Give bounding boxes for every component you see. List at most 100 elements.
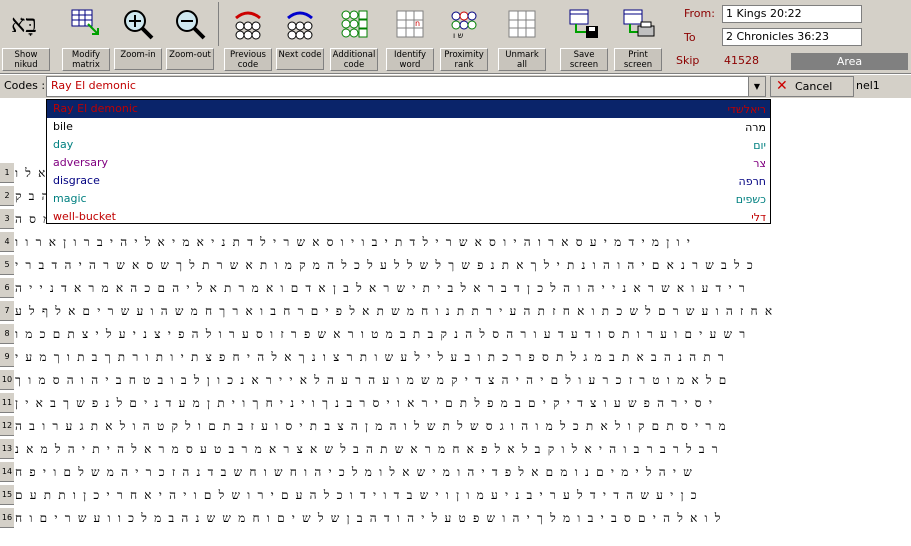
row-number: 5 <box>0 255 14 275</box>
svg-text:בָּא: בָּא <box>11 10 37 38</box>
next-code-icon <box>280 2 320 46</box>
save-screen-label: Save screen <box>560 48 608 71</box>
zoom-in-button[interactable]: Zoom-in <box>114 2 162 72</box>
matrix-row[interactable]: ם ל א מ ו ט ר ז כ ר ע ו ל ם י ה י ה צ ד … <box>15 370 911 390</box>
row-number: 6 <box>0 278 14 298</box>
row-number: 3 <box>0 209 14 229</box>
dropdown-item-label: bile <box>53 120 73 133</box>
dropdown-item[interactable]: Ray El demonic ריאלשדי <box>47 100 770 118</box>
to-field[interactable]: 2 Chronicles 36:23 <box>722 28 862 46</box>
dropdown-item[interactable]: magic כשפים <box>47 190 770 208</box>
area-button[interactable]: Area <box>791 53 908 70</box>
toolbar-separator <box>218 2 219 46</box>
toolbar: בָּא Show nikud Modify matrix Zoom-in Zo… <box>0 0 911 74</box>
codes-selected-value: Ray El demonic <box>51 79 136 92</box>
row-number: 15 <box>0 485 14 505</box>
svg-text:ש ו: ש ו <box>453 31 464 40</box>
dropdown-item[interactable]: bile מרה <box>47 118 770 136</box>
zoom-out-label: Zoom-out <box>166 48 214 70</box>
dropdown-item-codes: מרה <box>745 121 766 134</box>
unmark-all-button[interactable]: Unmark all <box>498 2 546 72</box>
print-screen-label: Print screen <box>614 48 662 71</box>
row-number: 2 <box>0 186 14 206</box>
matrix-row[interactable]: ר ש ע י ם ו ע ר ו ת ס ו ד ע ד ע ו ר ה ס … <box>15 324 911 344</box>
next-code-button[interactable]: Next code <box>276 2 324 72</box>
dropdown-item-codes: ריאלשדי <box>727 103 766 116</box>
matrix-row[interactable]: כ ן י ע ש ה ד י ד ל ע ר י ב נ י ע מ ו ן … <box>15 485 911 505</box>
unmark-all-label: Unmark all <box>498 48 546 71</box>
previous-code-icon <box>228 2 268 46</box>
additional-code-icon <box>334 2 374 46</box>
to-label: To <box>684 31 696 44</box>
svg-text:n: n <box>415 19 420 28</box>
matrix-row[interactable]: י ו ן מ י ד מ י ע ס א ר ו ה י ו ס א ש ר … <box>15 232 911 252</box>
zoom-out-button[interactable]: Zoom-out <box>166 2 214 72</box>
row-number: 10 <box>0 370 14 390</box>
dropdown-item-codes: דלי <box>751 211 766 224</box>
matrix-row[interactable]: י ס י ר ה פ ש ע ו צ ד י ק י ם ב מ פ ל ת … <box>15 393 911 413</box>
matrix-row[interactable]: ר ב ל ר ב ר ב ו ה י א ל ו ק ב ל א ל פ א … <box>15 439 911 459</box>
codes-dropdown-list: Ray El demonic ריאלשדי bile מרה day יום advers… <box>46 99 771 224</box>
unmark-icon <box>502 2 542 46</box>
proximity-rank-button[interactable]: ש ו Proximity rank <box>440 2 488 72</box>
dropdown-item[interactable]: adversary צר <box>47 154 770 172</box>
from-field[interactable]: 1 Kings 20:22 <box>722 5 862 23</box>
row-number: 9 <box>0 347 14 367</box>
row-number: 8 <box>0 324 14 344</box>
dropdown-item[interactable]: disgrace חרפה <box>47 172 770 190</box>
skip-label: Skip <box>676 54 700 67</box>
save-screen-button[interactable]: Save screen <box>560 2 608 72</box>
hebrew-letters-icon: בָּא <box>6 2 46 46</box>
row-number: 7 <box>0 301 14 321</box>
row-number: 12 <box>0 416 14 436</box>
additional-code-label: Additional code <box>330 48 378 71</box>
row-number: 13 <box>0 439 14 459</box>
identify-word-icon: n <box>390 2 430 46</box>
show-nikud-label: Show nikud <box>2 48 50 71</box>
matrix-row[interactable]: מ ר י ס ת ם ק ו ל א ת כ ל מ ו ה ו ג ס ש … <box>15 416 911 436</box>
range-box: From: 1 Kings 20:22 To 2 Chronicles 36:2… <box>672 3 908 55</box>
zoom-in-label: Zoom-in <box>114 48 162 70</box>
dropdown-item-codes: כשפים <box>735 193 766 206</box>
from-label: From: <box>684 7 715 20</box>
zoom-out-icon <box>170 2 210 46</box>
matrix-row[interactable]: ר י ד ע ו א ש ר א נ י י ה ו ה ל כ ן ד ב … <box>15 278 911 298</box>
identify-word-button[interactable]: n Identify word <box>386 2 434 72</box>
dropdown-item-label: Ray El demonic <box>53 102 138 115</box>
matrix-row[interactable]: ש י ה ל י מ י ם נ ו מ ם א ל פ ד י ה ו מ … <box>15 462 911 482</box>
row-number: 14 <box>0 462 14 482</box>
previous-code-label: Previous code <box>224 48 272 71</box>
save-icon <box>564 2 604 46</box>
dropdown-item-label: well-bucket <box>53 210 116 223</box>
dropdown-item-label: disgrace <box>53 174 100 187</box>
additional-code-button[interactable]: Additional code <box>330 2 378 72</box>
print-icon <box>618 2 658 46</box>
codes-row: Codes : Ray El demonic ▼ ✕ Cancel nel1 <box>0 75 911 98</box>
matrix-row[interactable]: ל ו א ל ה י ם ס ב י ב ו מ ל ך י ה ו ש פ … <box>15 508 911 528</box>
dropdown-item-codes: חרפה <box>738 175 766 188</box>
dropdown-item-label: magic <box>53 192 87 205</box>
modify-matrix-button[interactable]: Modify matrix <box>62 2 110 72</box>
row-number: 16 <box>0 508 14 528</box>
cancel-button[interactable]: ✕ Cancel <box>770 76 854 97</box>
dropdown-item-codes: צר <box>753 157 766 170</box>
row-number: 4 <box>0 232 14 252</box>
print-screen-button[interactable]: Print screen <box>614 2 662 72</box>
skip-value: 41528 <box>724 54 759 67</box>
matrix-row[interactable]: כ ל ב ש ר נ א ם י ה ו ה ו נ ת י ל ך א ת … <box>15 255 911 275</box>
dropdown-item[interactable]: well-bucket דלי <box>47 208 770 226</box>
codes-combobox[interactable]: Ray El demonic ▼ <box>46 76 766 97</box>
previous-code-button[interactable]: Previous code <box>224 2 272 72</box>
matrix-row[interactable]: ר ת ה נ ה ב א ת ב מ ג ל ת ס פ ר כ ת ו ב … <box>15 347 911 367</box>
modify-matrix-label: Modify matrix <box>62 48 110 71</box>
matrix-row[interactable]: א ח ז ה ו ע ש ר ם ל ש כ ת ו א ח ז ת ה ע … <box>15 301 911 321</box>
proximity-rank-icon: ש ו <box>444 2 484 46</box>
show-nikud-button[interactable]: בָּא Show nikud <box>2 2 50 72</box>
dropdown-item-codes: יום <box>753 139 766 152</box>
chevron-down-icon[interactable]: ▼ <box>748 77 765 96</box>
close-icon: ✕ <box>776 78 788 94</box>
dropdown-item[interactable]: day יום <box>47 136 770 154</box>
channel-label: nel1 <box>856 79 880 92</box>
identify-word-label: Identify word <box>386 48 434 71</box>
dropdown-item-label: day <box>53 138 74 151</box>
